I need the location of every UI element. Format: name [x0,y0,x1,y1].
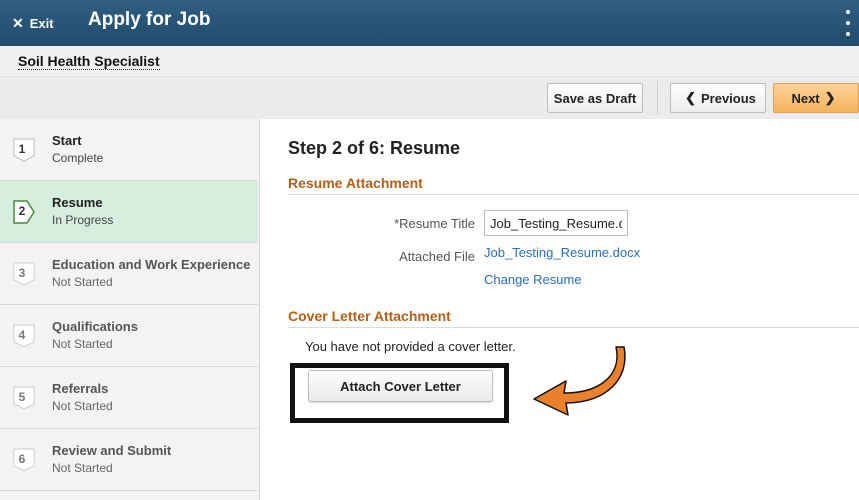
cover-letter-section-heading: Cover Letter Attachment [288,308,859,328]
previous-label: Previous [700,90,756,106]
step-navigation: 1 Start Complete 2 Resume In Progress 3 … [0,119,260,500]
exit-label: Exit [29,15,54,31]
attached-file-link[interactable]: Job_Testing_Resume.docx [484,245,640,260]
step-status: In Progress [52,213,114,227]
next-label: Next [791,90,820,106]
job-title[interactable]: Soil Health Specialist [18,53,160,70]
step-number: 4 [18,328,26,342]
next-button[interactable]: Next ❯ [773,83,859,113]
step-number: 6 [18,452,26,466]
resume-title-input[interactable] [484,210,628,236]
step-name: Referrals [52,381,109,396]
attach-cover-letter-button[interactable]: Attach Cover Letter [308,370,493,402]
step-status: Not Started [52,399,113,413]
step-status: Not Started [52,275,113,289]
exit-button[interactable]: ✕ Exit [12,12,54,34]
step-name: Resume [52,195,103,210]
step-item-qualifications[interactable]: 4 Qualifications Not Started [0,305,258,367]
step-number: 1 [18,142,26,156]
step-number: 2 [18,204,26,218]
curved-arrow-icon [533,346,626,416]
step-name: Review and Submit [52,443,172,458]
step-status: Not Started [52,461,113,475]
step-item-start[interactable]: 1 Start Complete [0,119,258,181]
step-item-education[interactable]: 3 Education and Work Experience Not Star… [0,243,258,305]
resume-section-heading: Resume Attachment [288,175,859,195]
toolbar: Save as Draft ❮ Previous Next ❯ [0,77,859,120]
step-item-resume[interactable]: 2 Resume In Progress [0,181,258,243]
step-name: Start [52,133,82,148]
attached-file-label: Attached File [399,249,475,264]
previous-button[interactable]: ❮ Previous [670,83,766,113]
main-content: Step 2 of 6: Resume Resume Attachment *R… [260,119,859,500]
step-heading: Step 2 of 6: Resume [288,138,461,158]
kebab-menu-icon[interactable] [843,10,853,36]
step-number: 5 [18,390,26,404]
change-resume-link[interactable]: Change Resume [484,272,582,287]
toolbar-divider [657,81,658,115]
apply-for-job-page: ✕ Exit Apply for Job Soil Health Special… [0,0,859,500]
step-item-review-and-submit[interactable]: 6 Review and Submit Not Started [0,429,258,491]
step-status: Not Started [52,337,113,351]
step-item-referrals[interactable]: 5 Referrals Not Started [0,367,258,429]
step-name: Qualifications [52,319,138,334]
step-status: Complete [52,151,104,165]
save-as-draft-button[interactable]: Save as Draft [547,83,643,113]
step-number: 3 [18,266,26,280]
job-title-bar: Soil Health Specialist [0,46,859,77]
step-name: Education and Work Experience [52,257,251,272]
cover-letter-message: You have not provided a cover letter. [305,339,516,354]
close-icon: ✕ [12,14,24,31]
resume-title-label: *Resume Title [394,216,475,231]
header-bar: ✕ Exit Apply for Job [0,0,859,46]
chevron-right-icon: ❯ [824,90,836,105]
chevron-left-icon: ❮ [685,90,696,105]
page-title: Apply for Job [88,9,211,30]
